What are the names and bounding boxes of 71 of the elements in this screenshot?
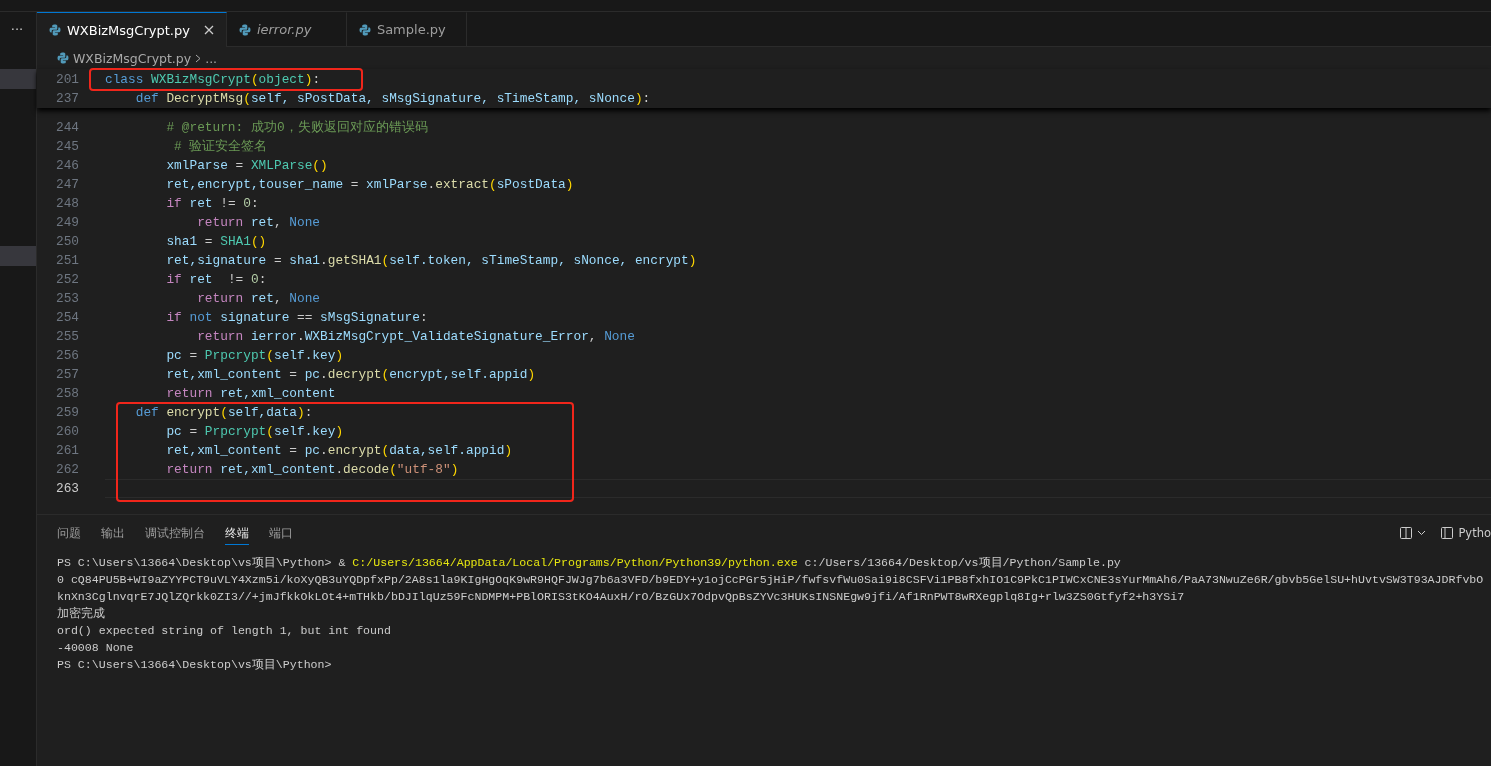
line-number: 258 (54, 385, 80, 403)
panel-tab[interactable]: 端口 (269, 521, 293, 545)
line-number: 253 (54, 290, 80, 308)
code-line: def encrypt(self,data): (134, 404, 313, 422)
line-number: 237 (54, 90, 80, 108)
line-number: 251 (54, 252, 80, 270)
code-line: class WXBizMsgCrypt(object): (105, 70, 321, 89)
editor-tab[interactable]: WXBizMsgCrypt.py (37, 12, 227, 47)
more-button[interactable]: ··· (4, 22, 30, 38)
terminal-name[interactable]: Pytho (1458, 526, 1491, 540)
code-line: return ret, None (196, 290, 321, 308)
python-file-icon (49, 24, 61, 36)
line-number: 259 (54, 404, 80, 422)
code-line: if ret != 0: (165, 271, 267, 289)
line-number: 246 (54, 157, 80, 175)
code-line: xmlParse = XMLParse() (165, 157, 328, 175)
terminal-line: -40008 None (57, 640, 135, 656)
code-line: if not signature == sMsgSignature: (165, 309, 428, 327)
line-number: 257 (54, 366, 80, 384)
breadcrumb-item[interactable]: ... (205, 50, 218, 66)
line-number: 260 (54, 423, 80, 441)
caret-icon[interactable] (1417, 530, 1427, 536)
line-number: 255 (54, 328, 80, 346)
terminal-line: knXn3CglnvqrE7JQlZQrkk0ZI3//+jmJfkkOkLOt4+mTHkb/bDJIlqUz59FcNDMPM+PBlORIS3tKO4AuxH/rO/BzGUx7OdpvQpBsZYVc3HUKsINSNEgw9jfi/Af1RnPWT8wRXegplq8Ig+rlw3ZS0Gtfyf2+h3YSi7 (57, 589, 1186, 605)
code-line: ret,signature = sha1.getSHA1(self.token, sTimeStamp, sNonce, encrypt) (165, 252, 697, 270)
code-line: pc = Prpcrypt(self.key) (165, 423, 344, 441)
split-icon[interactable] (1440, 526, 1455, 540)
line-number: 261 (54, 442, 80, 460)
terminal-line: ord() expected string of length 1, but int found (57, 623, 392, 639)
panel-tab[interactable]: 终端 (225, 521, 249, 545)
line-number: 263 (54, 480, 80, 498)
code-line: ret,encrypt,touser_name = xmlParse.extract(sPostData) (165, 176, 574, 194)
code-line: return ierror.WXBizMsgCrypt_ValidateSignature_Error, None (196, 328, 635, 346)
code-line: ret,xml_content = pc.encrypt(data,self.appid) (165, 442, 513, 460)
line-number: 252 (54, 271, 80, 289)
breadcrumb-item[interactable]: WXBizMsgCrypt.py (73, 50, 192, 66)
code-line: return ret,xml_content (165, 385, 336, 403)
code-line: # 验证安全签名 (173, 138, 268, 156)
line-number: 249 (54, 214, 80, 232)
code-line: sha1 = SHA1() (165, 233, 267, 251)
python-file-icon (238, 23, 251, 36)
line-number: 245 (54, 138, 80, 156)
python-file-icon (57, 52, 69, 64)
terminal-line: PS C:\Users\13664\Desktop\vs项目\Python> (57, 657, 333, 673)
line-number: 262 (54, 461, 80, 479)
line-number: 247 (54, 176, 80, 194)
panel-tab[interactable]: 问题 (57, 521, 81, 545)
code-line: ret,xml_content = pc.decrypt(encrypt,self.appid) (165, 366, 536, 384)
line-number: 248 (54, 195, 80, 213)
code-line: return ret, None (196, 214, 321, 232)
terminal-line: 0 cQ84PU5B+WI9aZYYPCT9uVLY4Xzm5i/koXyQB3uYQDpfxPp/2A8s1la9KIgHgOqK9wR9HQFJWJg7b6a3VFD/b9EDY+y1ojCcPGr5jHiP/fwfsvfWu0Sai9i8CSFVi1PB8fxhIO1C9PkC1PIWCxCNE3sYurMmAh6/PaA73NwuZe6R/gbvb5GelSU+hUvtvSW3T93AJDRfvbO (57, 572, 1485, 588)
line-number: 256 (54, 347, 80, 365)
code-line: if ret != 0: (165, 195, 259, 213)
split-icon[interactable] (1399, 526, 1414, 540)
chevron-icon (195, 53, 202, 63)
code-line: # @return: 成功0，失败返回对应的错误码 (165, 119, 428, 137)
close-icon[interactable] (203, 25, 214, 35)
code-line: pc = Prpcrypt(self.key) (165, 347, 344, 365)
python-file-icon (358, 23, 371, 36)
line-number: 201 (54, 71, 80, 89)
line-number: 254 (54, 309, 80, 327)
sidebar-highlight (0, 246, 36, 266)
panel-tab[interactable]: 输出 (101, 521, 125, 545)
code-line: return ret,xml_content.decode("utf-8") (165, 461, 459, 479)
code-line: def DecryptMsg(self, sPostData, sMsgSignature, sTimeStamp, sNonce): (134, 90, 651, 108)
line-number: 244 (54, 119, 80, 137)
terminal-line: 加密完成 (57, 606, 106, 622)
panel-tab[interactable]: 调试控制台 (145, 521, 205, 545)
terminal-line: PS C:\Users\13664\Desktop\vs项目\Python> & C:/Users/13664/AppData/Local/Programs/Python/Python39/python.exe c:/Users/13664/Desktop/vs项目/Python/Sample.py (57, 555, 1122, 571)
line-number: 250 (54, 233, 80, 251)
sidebar-highlight (0, 69, 36, 89)
